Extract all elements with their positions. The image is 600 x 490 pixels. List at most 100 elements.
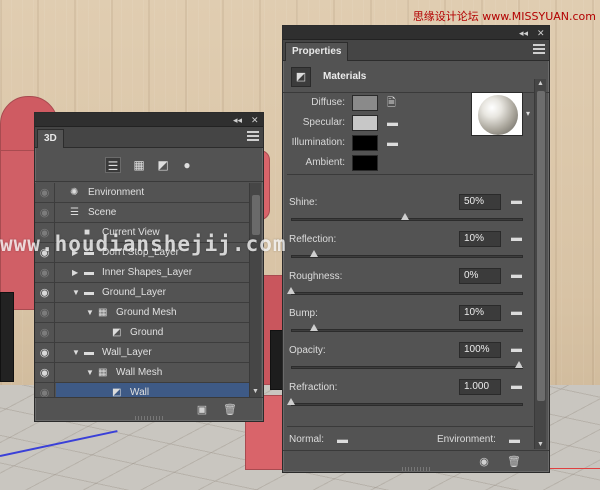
slider-value-input[interactable]: 50% xyxy=(459,194,501,210)
layer-row-main[interactable]: ▼ ▬ Ground_Layer xyxy=(56,283,249,303)
layer-row-main[interactable]: ▼ ▦ Wall Mesh xyxy=(56,363,249,383)
slider-thumb[interactable] xyxy=(309,324,318,331)
layer-row-main[interactable]: ▼ ▦ Ground Mesh xyxy=(56,303,249,323)
texture-folder-icon[interactable]: ▬ xyxy=(511,232,522,244)
chevron-down-icon[interactable]: ▾ xyxy=(526,109,530,118)
layer-row[interactable]: ◉ ▼ ▦ Wall Mesh xyxy=(35,363,249,383)
eye-icon[interactable]: ◉ xyxy=(35,223,55,243)
layer-row-main[interactable]: ✺ Environment xyxy=(56,183,249,203)
collapse-icon[interactable]: ◂◂ xyxy=(233,114,242,126)
chevron-right-icon[interactable]: ▶ xyxy=(72,263,82,283)
slider-track[interactable] xyxy=(291,366,523,369)
eye-icon[interactable]: ◉ xyxy=(35,303,55,323)
eye-icon[interactable]: ◉ xyxy=(35,363,55,383)
layer-row[interactable]: ◉ ▼ ▦ Ground Mesh xyxy=(35,303,249,323)
slider-value-input[interactable]: 0% xyxy=(459,268,501,284)
slider-track[interactable] xyxy=(291,329,523,332)
eye-icon[interactable]: ◉ xyxy=(35,243,55,263)
eye-icon[interactable]: ◉ xyxy=(35,323,55,343)
chevron-right-icon[interactable]: ▶ xyxy=(72,243,82,263)
color-swatch[interactable] xyxy=(352,95,378,111)
layer-row[interactable]: ◉ ▶ ▬ Inner Shapes_Layer xyxy=(35,263,249,283)
slider-track[interactable] xyxy=(291,255,523,258)
slider-track[interactable] xyxy=(291,292,523,295)
texture-folder-icon[interactable]: ▬ xyxy=(511,306,522,318)
light-icon[interactable]: ● xyxy=(179,157,195,173)
eye-icon[interactable]: ◉ xyxy=(35,383,55,397)
eye-icon[interactable]: ◉ xyxy=(35,263,55,283)
eye-icon[interactable]: ◉ xyxy=(35,343,55,363)
resize-grip[interactable] xyxy=(135,416,163,420)
chevron-down-icon[interactable]: ▼ xyxy=(86,363,96,383)
panel-menu-icon[interactable] xyxy=(247,131,259,141)
slider-value-input[interactable]: 1.000 xyxy=(459,379,501,395)
slider-thumb[interactable] xyxy=(515,361,523,368)
chevron-down-icon[interactable]: ▼ xyxy=(86,303,96,323)
scroll-down-icon[interactable]: ▼ xyxy=(537,441,544,448)
panel-3d-titlebar[interactable]: ◂◂ ✕ xyxy=(35,113,263,127)
tab-3d[interactable]: 3D xyxy=(37,129,64,148)
color-swatch[interactable] xyxy=(352,115,378,131)
texture-folder-icon[interactable]: 🗎 xyxy=(387,97,401,109)
normal-folder-icon[interactable]: ▬ xyxy=(337,434,351,446)
layer-row[interactable]: ◉ ◩ Ground xyxy=(35,323,249,343)
texture-folder-icon[interactable]: ▬ xyxy=(511,343,522,355)
scene-icon[interactable]: ☰ xyxy=(105,157,121,173)
layer-row-main[interactable]: ☰ Scene xyxy=(56,203,249,223)
layer-row-main[interactable]: ▼ ▬ Wall_Layer xyxy=(56,343,249,363)
eye-icon[interactable]: ◉ xyxy=(35,183,55,203)
texture-folder-icon[interactable]: ▬ xyxy=(511,195,522,207)
materials-icon[interactable]: ◩ xyxy=(155,157,171,173)
scrollbar-thumb[interactable] xyxy=(252,195,260,235)
chevron-down-icon[interactable]: ▼ xyxy=(72,343,82,363)
panel-menu-icon[interactable] xyxy=(533,44,545,54)
layer-row-main[interactable]: ◩ Ground xyxy=(56,323,249,343)
slider-thumb[interactable] xyxy=(287,398,295,405)
layer-row-main[interactable]: ■ Current View xyxy=(56,223,249,243)
layer-row[interactable]: ◉ ▶ ▬ Don't Stop_Layer xyxy=(35,243,249,263)
new-object-icon[interactable]: ▣ xyxy=(195,403,209,417)
collapse-icon[interactable]: ◂◂ xyxy=(519,27,528,39)
material-preview[interactable] xyxy=(471,92,523,136)
slider-thumb[interactable] xyxy=(309,250,318,257)
layer-row-main[interactable]: ▶ ▬ Don't Stop_Layer xyxy=(56,243,249,263)
texture-folder-icon[interactable]: ▬ xyxy=(387,117,401,129)
scroll-up-icon[interactable]: ▲ xyxy=(537,80,544,87)
slider-value-input[interactable]: 100% xyxy=(459,342,501,358)
tab-properties[interactable]: Properties xyxy=(285,42,349,61)
eye-icon[interactable]: ◉ xyxy=(35,283,55,303)
layer-row-main[interactable]: ▶ ▬ Inner Shapes_Layer xyxy=(56,263,249,283)
slider-thumb[interactable] xyxy=(401,213,409,220)
layer-row[interactable]: ◉ ▼ ▬ Ground_Layer xyxy=(35,283,249,303)
scrollbar-thumb[interactable] xyxy=(537,91,545,401)
texture-folder-icon[interactable]: ▬ xyxy=(511,269,522,281)
layer-row[interactable]: ◉ ■ Current View xyxy=(35,223,249,243)
texture-folder-icon[interactable]: ▬ xyxy=(511,380,522,392)
close-icon[interactable]: ✕ xyxy=(251,114,259,126)
panel-properties-titlebar[interactable]: ◂◂ ✕ xyxy=(283,26,549,40)
slider-value-input[interactable]: 10% xyxy=(459,231,501,247)
trash-icon[interactable]: 🗑 xyxy=(507,455,521,469)
close-icon[interactable]: ✕ xyxy=(537,27,545,39)
texture-folder-icon[interactable]: ▬ xyxy=(387,137,401,149)
eye-icon[interactable]: ◉ xyxy=(35,203,55,223)
scrollbar[interactable]: ▼ xyxy=(249,183,261,397)
resize-grip[interactable] xyxy=(402,467,430,471)
mesh-icon[interactable]: ▦ xyxy=(131,157,147,173)
layer-row[interactable]: ◉ ▼ ▬ Wall_Layer xyxy=(35,343,249,363)
layer-row[interactable]: ◉ ☰ Scene xyxy=(35,203,249,223)
properties-scrollbar[interactable]: ▲ ▼ xyxy=(534,79,546,449)
layer-row[interactable]: ◉ ✺ Environment xyxy=(35,183,249,203)
slider-thumb[interactable] xyxy=(287,287,295,294)
layer-row-main[interactable]: ◩ Wall xyxy=(56,383,249,397)
chevron-down-icon[interactable]: ▼ xyxy=(72,283,82,303)
trash-icon[interactable]: 🗑 xyxy=(223,403,237,417)
layer-row[interactable]: ◉ ◩ Wall xyxy=(35,383,249,397)
color-swatch[interactable] xyxy=(352,135,378,151)
slider-track[interactable] xyxy=(291,403,523,406)
scroll-down-icon[interactable]: ▼ xyxy=(252,388,259,395)
render-icon[interactable]: ◉ xyxy=(477,455,491,469)
environment-folder-icon[interactable]: ▬ xyxy=(509,434,523,446)
slider-value-input[interactable]: 10% xyxy=(459,305,501,321)
color-swatch[interactable] xyxy=(352,155,378,171)
